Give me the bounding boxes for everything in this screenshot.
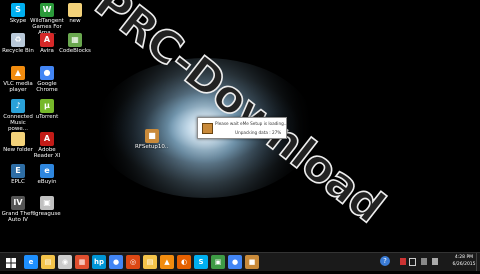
desktop-shortcut-label: eBuyin xyxy=(37,179,57,185)
setup-icon: ■ xyxy=(145,129,159,143)
desktop-shortcut[interactable]: e eBuyin xyxy=(30,164,64,185)
media-icon[interactable]: ◉ xyxy=(58,255,72,269)
codeblocks-icon: ▦ xyxy=(68,33,82,47)
wildtangent-icon: W xyxy=(40,3,54,17)
utorrent-icon: µ xyxy=(40,99,54,113)
desktop: PRC-Download SSkypeWWildTangent Games Fo… xyxy=(0,0,480,252)
setup-icon xyxy=(202,123,213,134)
start-button[interactable] xyxy=(4,255,18,269)
battery-icon[interactable] xyxy=(409,258,416,266)
help-icon[interactable]: ? xyxy=(380,256,390,266)
recycle-bin-icon: ♻ xyxy=(11,33,25,47)
desktop-shortcut-label: new xyxy=(69,18,81,24)
desktop-shortcut-label: Adobe Reader XI xyxy=(33,147,61,159)
dialog-message: Please wait eMe Setup is loading... xyxy=(215,121,288,126)
vlc-icon[interactable]: ▲ xyxy=(160,255,174,269)
desktop-shortcut[interactable]: ▣ Igreaguse xyxy=(30,196,64,217)
folder-icon xyxy=(68,3,82,17)
chrome-icon: ● xyxy=(40,66,54,80)
folder-icon xyxy=(11,132,25,146)
firefox-icon[interactable]: ◐ xyxy=(177,255,191,269)
flag-icon[interactable] xyxy=(400,258,406,265)
show-desktop-button[interactable] xyxy=(476,253,480,271)
adobe-reader-icon: A xyxy=(40,132,54,146)
dialog-status: Unpacking data : 27% xyxy=(235,130,282,135)
volume-icon[interactable] xyxy=(432,258,438,265)
desktop-shortcut-label: RFSetup10... xyxy=(135,144,169,150)
chrome-icon[interactable]: ● xyxy=(109,255,123,269)
music-icon: ♪ xyxy=(11,99,25,113)
desktop-shortcut[interactable]: new xyxy=(58,3,92,24)
avira-icon: A xyxy=(40,33,54,47)
skype-icon: S xyxy=(11,3,25,17)
clock-date: 6/26/2015 xyxy=(452,262,476,267)
ubuntu-icon[interactable]: ◎ xyxy=(126,255,140,269)
desktop-shortcut[interactable]: µ uTorrent xyxy=(30,99,64,120)
hp-icon[interactable]: hp xyxy=(92,255,106,269)
setup-loading-dialog[interactable]: Please wait eMe Setup is loading... Unpa… xyxy=(197,117,288,139)
chrome-icon[interactable]: ● xyxy=(228,255,242,269)
app-icon: ▣ xyxy=(40,196,54,210)
paint-icon[interactable]: ▦ xyxy=(75,255,89,269)
desktop-shortcut-label: uTorrent xyxy=(35,114,59,120)
desktop-shortcut[interactable]: ● Google Chrome xyxy=(30,66,64,93)
desktop-shortcut[interactable]: ■ RFSetup10... xyxy=(135,129,169,150)
ebuyin-icon: e xyxy=(40,164,54,178)
clock[interactable]: 4:28 PM 6/26/2015 xyxy=(452,254,476,268)
vlc-icon: ▲ xyxy=(11,66,25,80)
desktop-shortcut-label: Google Chrome xyxy=(36,81,58,93)
eplc-icon: E xyxy=(11,164,25,178)
desktop-shortcut[interactable]: A Adobe Reader XI xyxy=(30,132,64,159)
desktop-shortcut[interactable]: ▦ CodeBlocks xyxy=(58,33,92,54)
setup-icon[interactable]: ■ xyxy=(245,255,259,269)
skype-icon[interactable]: S xyxy=(194,255,208,269)
store-icon[interactable]: ▣ xyxy=(211,255,225,269)
ie-icon[interactable]: e xyxy=(24,255,38,269)
clock-time: 4:28 PM xyxy=(454,255,474,260)
desktop-shortcut-label: Igreaguse xyxy=(33,211,61,217)
explorer-icon[interactable]: ▤ xyxy=(41,255,55,269)
network-icon[interactable] xyxy=(421,258,427,265)
folder-icon[interactable]: ▤ xyxy=(143,255,157,269)
gta-icon: IV xyxy=(11,196,25,210)
taskbar: e ▤ ◉ ▦ hp ● ◎ ▤ ▲ ◐ S ▣ ● ■ ? 4:28 PM 6/26/2015 xyxy=(0,252,480,271)
windows-logo-icon xyxy=(6,258,16,268)
desktop-shortcut-label: CodeBlocks xyxy=(59,48,91,54)
system-tray: ? 4:28 PM 6/26/2015 xyxy=(370,253,480,271)
